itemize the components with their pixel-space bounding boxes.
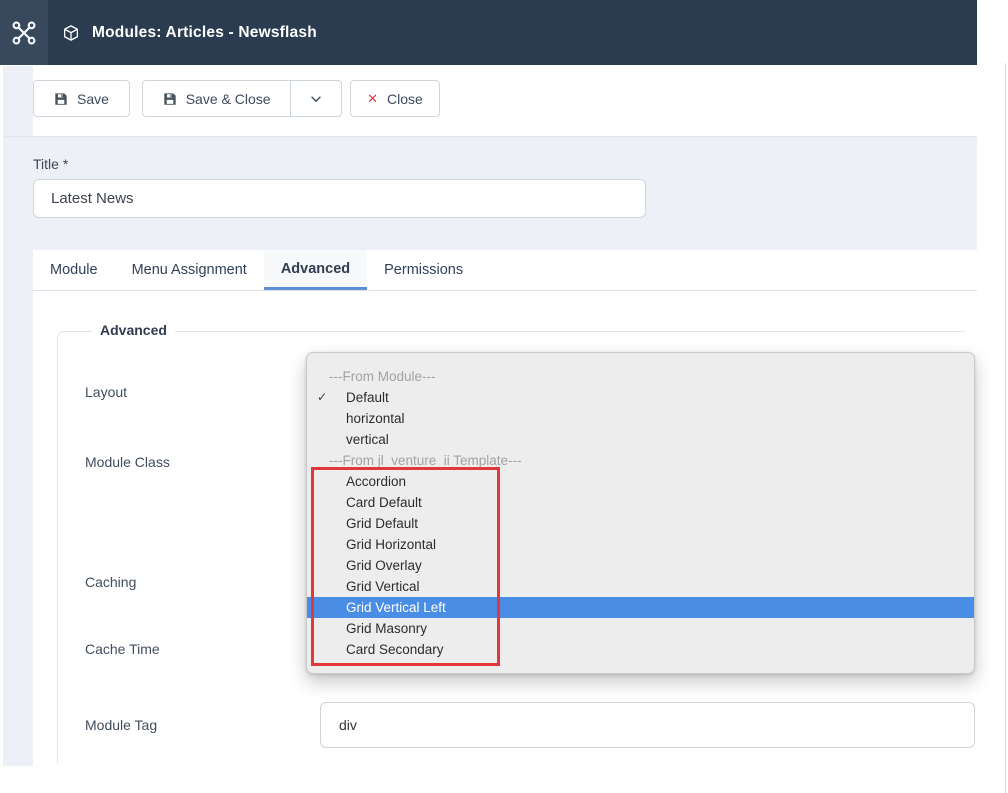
tab-module[interactable]: Module: [33, 250, 115, 290]
option-vertical[interactable]: vertical: [307, 429, 974, 450]
tab-menu-assignment[interactable]: Menu Assignment: [115, 250, 264, 290]
check-mark-icon: ✓: [317, 387, 327, 408]
cube-icon: [62, 24, 80, 42]
title-input[interactable]: [33, 179, 646, 218]
module-tag-value: div: [339, 717, 357, 733]
save-close-button-group: Save & Close: [142, 80, 342, 117]
option-horizontal[interactable]: horizontal: [307, 408, 974, 429]
option-label: ---From Module---: [329, 369, 436, 384]
advanced-fieldset-legend: Advanced: [92, 322, 175, 338]
annotation-red-rectangle: [311, 467, 500, 666]
joomla-logo[interactable]: [0, 0, 48, 65]
page-background-strip: [3, 66, 33, 766]
option-group-from-module: ---From Module---: [307, 366, 974, 387]
option-label: vertical: [346, 432, 389, 447]
option-label: ---From jl_venture_ii Template---: [329, 453, 522, 468]
save-and-close-button[interactable]: Save & Close: [143, 81, 290, 116]
field-label-caching: Caching: [85, 575, 136, 589]
option-default[interactable]: ✓ Default: [307, 387, 974, 408]
field-label-module-class: Module Class: [85, 455, 170, 469]
save-and-close-label: Save & Close: [186, 91, 271, 107]
option-label: Default: [346, 390, 389, 405]
joomla-module-edit-page: Modules: Articles - Newsflash Save Save …: [0, 0, 1008, 793]
page-title: Modules: Articles - Newsflash: [92, 24, 317, 42]
tab-bar: ModuleMenu AssignmentAdvancedPermissions: [33, 250, 977, 291]
field-label-layout: Layout: [85, 385, 127, 399]
save-options-dropdown-toggle[interactable]: [290, 81, 341, 116]
save-icon: [54, 92, 68, 106]
field-label-cache-time: Cache Time: [85, 642, 160, 656]
close-button-label: Close: [387, 91, 423, 107]
save-button[interactable]: Save: [33, 80, 130, 117]
save-button-label: Save: [77, 91, 109, 107]
tab-advanced[interactable]: Advanced: [264, 250, 367, 290]
close-x-icon: ✕: [367, 92, 378, 105]
save-icon: [163, 92, 177, 106]
title-field-label: Title *: [33, 156, 68, 172]
chevron-down-icon: [309, 92, 323, 106]
window-edge-line: [1005, 63, 1006, 793]
field-label-module-tag: Module Tag: [85, 718, 157, 732]
close-button[interactable]: ✕ Close: [350, 80, 440, 117]
admin-header-bar: Modules: Articles - Newsflash: [0, 0, 977, 65]
option-label: horizontal: [346, 411, 405, 426]
tab-permissions[interactable]: Permissions: [367, 250, 480, 290]
joomla-logo-icon: [11, 20, 37, 46]
module-tag-select[interactable]: div: [320, 702, 975, 748]
